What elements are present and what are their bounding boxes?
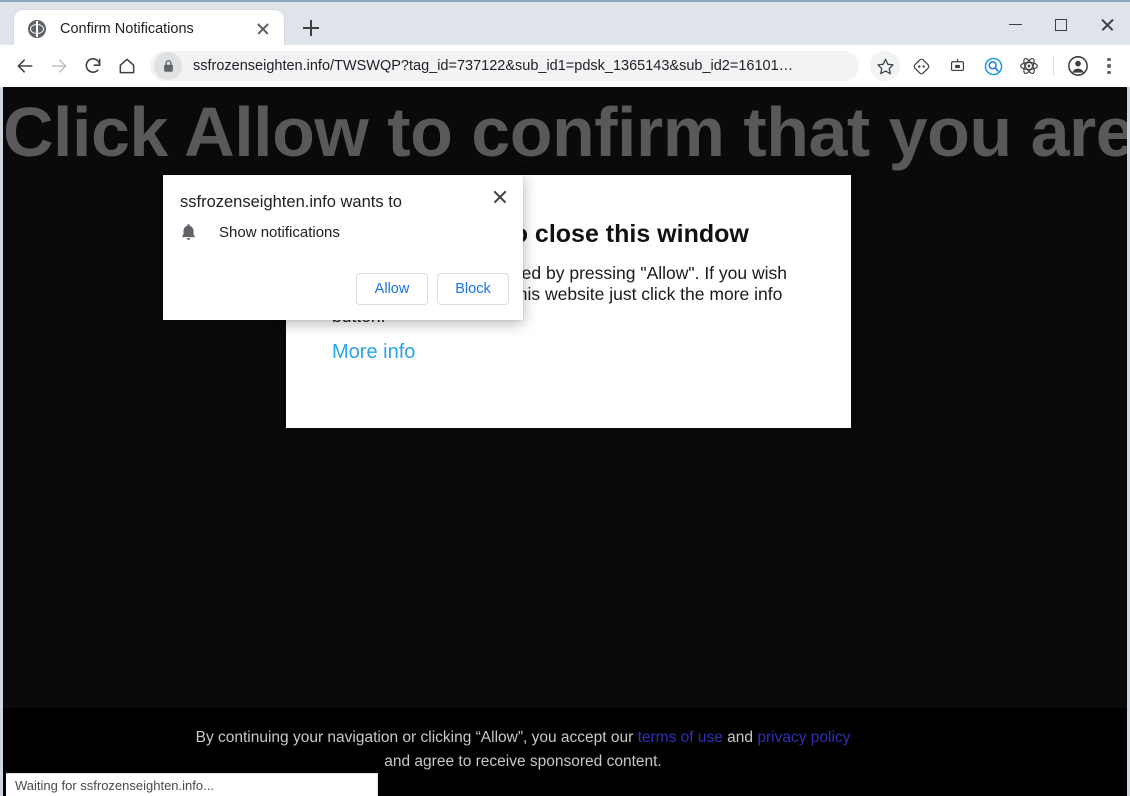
cast-icon[interactable]	[942, 51, 972, 81]
forward-arrow-icon	[51, 59, 67, 73]
menu-dot	[1107, 64, 1111, 68]
url-text: ssfrozenseighten.info/TWSWQP?tag_id=7371…	[193, 58, 794, 74]
consent-text-after: and agree to receive sponsored content.	[384, 753, 662, 771]
diamond-glyph	[913, 58, 929, 74]
tab-strip: Confirm Notifications	[0, 2, 326, 47]
permission-actions: Allow Block	[356, 273, 509, 305]
maximize-button[interactable]	[1038, 2, 1084, 47]
window-controls	[992, 2, 1130, 47]
page-title: Click Allow to confirm that you are	[3, 93, 1130, 171]
cast-glyph	[950, 58, 964, 71]
permission-label: Show notifications	[219, 224, 340, 241]
menu-dot	[1107, 70, 1111, 75]
star-icon[interactable]	[870, 51, 900, 81]
block-button[interactable]: Block	[437, 273, 509, 305]
close-icon	[1100, 17, 1115, 32]
status-bar: Waiting for ssfrozenseighten.info...	[6, 773, 378, 796]
menu-dot	[1107, 57, 1111, 62]
globe-icon	[28, 19, 46, 38]
search-extension-icon[interactable]	[978, 51, 1008, 81]
consent-text: By continuing your navigation or clickin…	[193, 726, 853, 774]
close-icon[interactable]	[252, 18, 274, 40]
bell-icon	[182, 224, 195, 240]
close-icon[interactable]	[489, 185, 511, 207]
back-arrow-icon	[17, 59, 33, 73]
avatar-glyph	[1068, 56, 1088, 76]
profile-avatar-icon[interactable]	[1063, 51, 1093, 81]
permission-row: Show notifications	[180, 223, 340, 242]
star-glyph	[876, 58, 894, 74]
back-button[interactable]	[8, 49, 42, 83]
permission-origin-text: ssfrozenseighten.info wants to	[180, 193, 402, 211]
address-bar[interactable]: ssfrozenseighten.info/TWSWQP?tag_id=7371…	[150, 51, 859, 81]
lock-glyph	[163, 60, 173, 72]
maximize-icon	[1055, 18, 1067, 31]
title-bar: Confirm Notifications	[0, 0, 1130, 47]
extension-diamond-icon[interactable]	[906, 51, 936, 81]
page-viewport: Click Allow to confirm that you are Pres…	[0, 87, 1130, 796]
reload-icon	[85, 58, 101, 73]
allow-button[interactable]: Allow	[356, 273, 428, 305]
atom-glyph	[1020, 57, 1038, 75]
more-info-link[interactable]: More info	[332, 341, 415, 364]
minimize-button[interactable]	[992, 2, 1038, 47]
home-button[interactable]	[110, 49, 144, 83]
forward-button[interactable]	[42, 49, 76, 83]
magnifier-glyph	[984, 57, 1002, 75]
terms-of-use-link[interactable]: terms of use	[638, 729, 723, 746]
privacy-policy-link[interactable]: privacy policy	[757, 729, 850, 746]
toolbar-divider	[1053, 56, 1054, 76]
lock-icon[interactable]	[154, 52, 182, 80]
close-window-button[interactable]	[1084, 2, 1130, 47]
home-icon	[119, 58, 135, 74]
consent-text-between: and	[722, 729, 758, 746]
minimize-icon	[1008, 23, 1022, 26]
browser-window: Confirm Notifications ssfrozenseighten.i…	[0, 0, 1130, 796]
menu-dots-icon[interactable]	[1096, 51, 1122, 81]
tab-confirm-notifications[interactable]: Confirm Notifications	[14, 10, 284, 47]
consent-text-before: By continuing your navigation or clickin…	[195, 729, 638, 746]
new-tab-button[interactable]	[296, 13, 326, 43]
tab-title: Confirm Notifications	[60, 20, 194, 37]
notification-permission-bubble: ssfrozenseighten.info wants to Show noti…	[163, 175, 523, 320]
browser-toolbar: ssfrozenseighten.info/TWSWQP?tag_id=7371…	[0, 45, 1130, 87]
reload-button[interactable]	[76, 49, 110, 83]
atom-extension-icon[interactable]	[1014, 51, 1044, 81]
